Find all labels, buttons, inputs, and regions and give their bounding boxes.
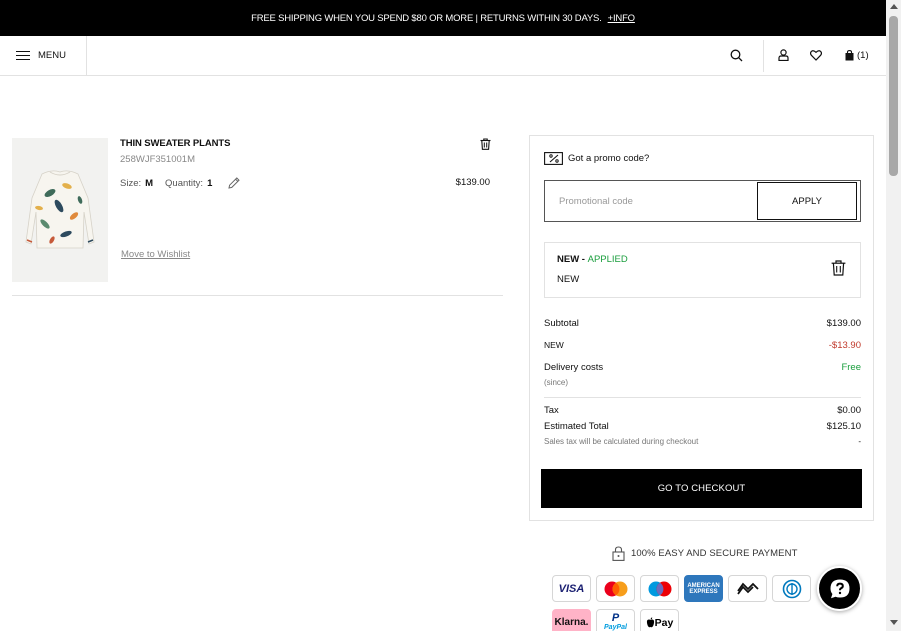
item-divider bbox=[12, 295, 503, 296]
subtotal-value: $139.00 bbox=[826, 318, 861, 329]
scroll-up-arrow-icon[interactable] bbox=[890, 4, 898, 9]
header-divider bbox=[763, 40, 764, 72]
size-value: M bbox=[145, 178, 154, 189]
checkout-button[interactable]: GO TO CHECKOUT bbox=[541, 469, 862, 508]
maestro-icon bbox=[640, 575, 679, 602]
product-name[interactable]: THIN SWEATER PLANTS bbox=[120, 138, 230, 149]
page: FREE SHIPPING WHEN YOU SPEND $80 OR MORE… bbox=[0, 0, 901, 631]
hamburger-icon bbox=[16, 51, 30, 61]
move-to-wishlist-link[interactable]: Move to Wishlist bbox=[121, 249, 190, 260]
promo-heading: Got a promo code? bbox=[544, 152, 649, 165]
tax-value: $0.00 bbox=[837, 405, 861, 416]
delivery-row: Delivery costs Free bbox=[544, 362, 861, 373]
sales-tax-note: Sales tax will be calculated during chec… bbox=[544, 437, 699, 446]
sales-tax-note-value: - bbox=[858, 437, 861, 446]
applied-promo-title: NEW - APPLIED bbox=[557, 254, 628, 265]
secure-payment: 100% EASY AND SECURE PAYMENT bbox=[612, 546, 797, 561]
applied-status: APPLIED bbox=[587, 254, 628, 265]
sales-tax-note-row: Sales tax will be calculated during chec… bbox=[544, 437, 861, 446]
paypal-label: PayPal bbox=[604, 623, 627, 631]
cart-count: (1) bbox=[857, 49, 869, 61]
apply-promo-button[interactable]: APPLY bbox=[757, 182, 857, 220]
user-icon[interactable] bbox=[778, 46, 789, 64]
secure-payment-text: 100% EASY AND SECURE PAYMENT bbox=[631, 548, 798, 559]
amex-icon: AMERICAN EXPRESS bbox=[684, 575, 723, 602]
product-attributes: Size: M Quantity: 1 bbox=[120, 178, 212, 189]
remove-item-trash-icon[interactable] bbox=[480, 137, 491, 155]
discount-value: -$13.90 bbox=[828, 340, 861, 351]
summary-divider bbox=[544, 397, 861, 398]
coupon-icon bbox=[544, 152, 563, 165]
promo-code-input[interactable] bbox=[545, 181, 757, 221]
promo-banner: FREE SHIPPING WHEN YOU SPEND $80 OR MORE… bbox=[0, 0, 886, 36]
mastercard-icon bbox=[596, 575, 635, 602]
tax-row: Tax $0.00 bbox=[544, 405, 861, 416]
applied-promo-code: NEW bbox=[557, 274, 580, 285]
size-label: Size: bbox=[120, 178, 142, 189]
quantity-value: 1 bbox=[207, 178, 213, 189]
menu-button[interactable]: MENU bbox=[0, 36, 87, 75]
delivery-note: (since) bbox=[544, 378, 569, 387]
product-reference: 258WJF351001M bbox=[120, 154, 195, 165]
promo-heading-text: Got a promo code? bbox=[568, 153, 650, 164]
subtotal-row: Subtotal $139.00 bbox=[544, 318, 861, 329]
menu-label: MENU bbox=[38, 50, 66, 61]
discount-row: NEW -$13.90 bbox=[544, 340, 861, 351]
edit-pencil-icon[interactable] bbox=[227, 176, 241, 195]
klarna-icon: Klarna. bbox=[552, 609, 591, 631]
search-icon[interactable] bbox=[730, 46, 743, 64]
bag-icon bbox=[845, 49, 854, 60]
estimated-total-label: Estimated Total bbox=[544, 421, 609, 432]
delivery-label: Delivery costs bbox=[544, 362, 604, 373]
discount-label: NEW bbox=[544, 340, 564, 350]
klarna-label: Klarna. bbox=[554, 617, 589, 628]
banner-text: FREE SHIPPING WHEN YOU SPEND $80 OR MORE… bbox=[251, 12, 602, 24]
delivery-value: Free bbox=[841, 362, 861, 373]
remove-promo-trash-icon[interactable] bbox=[831, 260, 846, 281]
applied-promo: NEW - APPLIED NEW bbox=[544, 242, 861, 298]
order-summary: Got a promo code? APPLY NEW - APPLIED NE… bbox=[529, 135, 874, 521]
banner-info-link[interactable]: +INFO bbox=[608, 13, 635, 24]
help-chat-button[interactable] bbox=[817, 566, 862, 611]
affirm-icon bbox=[728, 575, 767, 602]
tax-label: Tax bbox=[544, 405, 559, 416]
site-header: MENU (1) bbox=[0, 36, 886, 76]
estimated-total-value: $125.10 bbox=[826, 421, 861, 432]
scroll-down-arrow-icon[interactable] bbox=[890, 620, 898, 625]
promo-form: APPLY bbox=[544, 180, 861, 222]
lock-icon bbox=[612, 546, 625, 561]
page-scrollbar[interactable] bbox=[886, 0, 901, 631]
quantity-label: Quantity: bbox=[165, 178, 204, 189]
apple-pay-icon: Pay bbox=[640, 609, 679, 631]
product-price: $139.00 bbox=[455, 177, 490, 188]
applied-promo-name: NEW bbox=[557, 254, 580, 265]
estimated-total-row: Estimated Total $125.10 bbox=[544, 421, 861, 432]
visa-label: VISA bbox=[558, 582, 585, 595]
product-image[interactable] bbox=[12, 138, 108, 282]
help-chat-icon bbox=[830, 579, 849, 598]
visa-icon: VISA bbox=[552, 575, 591, 602]
heart-icon[interactable] bbox=[810, 46, 822, 64]
paypal-icon: P PayPal bbox=[596, 609, 635, 631]
apple-logo-icon bbox=[646, 617, 654, 628]
scrollbar-thumb[interactable] bbox=[889, 16, 898, 176]
apple-pay-label: Pay bbox=[654, 616, 674, 629]
subtotal-label: Subtotal bbox=[544, 318, 579, 329]
diners-club-icon bbox=[772, 575, 811, 602]
amex-label: AMERICAN EXPRESS bbox=[687, 582, 720, 595]
cart-button[interactable]: (1) bbox=[845, 46, 869, 64]
paypal-mark: P bbox=[611, 611, 620, 624]
